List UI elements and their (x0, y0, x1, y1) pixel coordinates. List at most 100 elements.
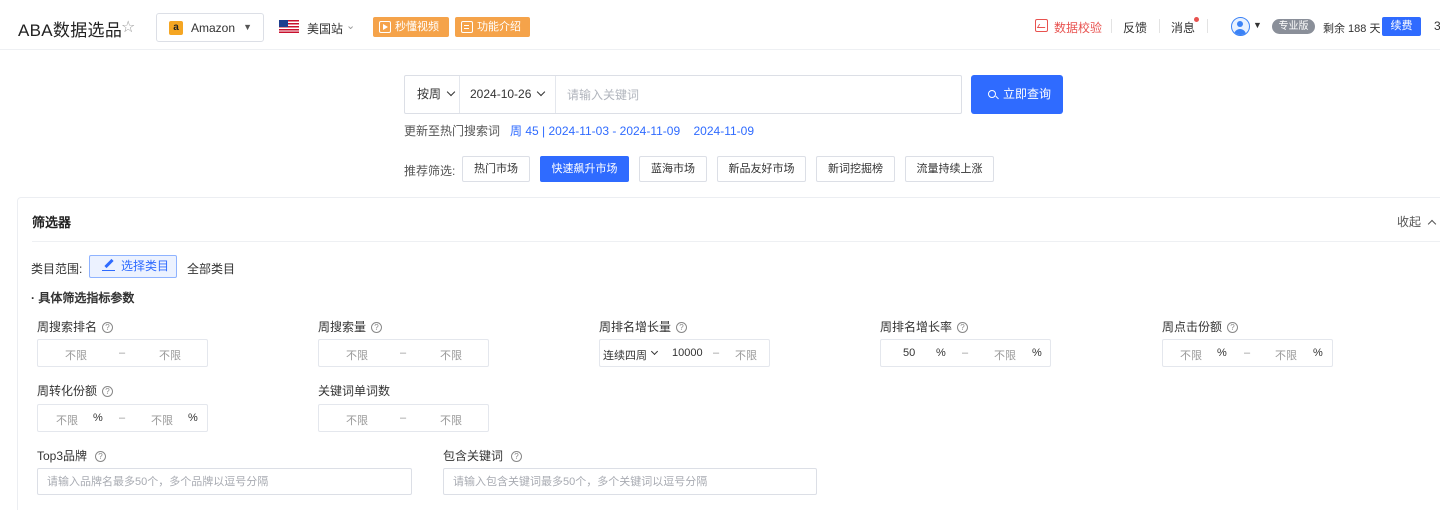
intro-button-label: 功能介绍 (477, 21, 521, 33)
weekly-rank-growth-rate-range: 50 % – 不限 % (880, 339, 1051, 367)
range-max-input[interactable]: 不限 (440, 347, 462, 363)
weekly-search-rank-label: 周搜索排名? (37, 318, 114, 335)
recommend-blue-ocean[interactable]: 蓝海市场 (639, 156, 707, 182)
date-value: 2024-10-26 (470, 87, 532, 101)
query-button-label: 立即查询 (1003, 87, 1052, 101)
help-icon[interactable]: ? (957, 322, 969, 333)
range-dash: – (962, 347, 969, 359)
date-select[interactable]: 2024-10-26 (460, 76, 556, 113)
us-flag-icon (279, 20, 299, 33)
all-category-option[interactable]: 全部类目 (187, 260, 235, 277)
growth-mode-select[interactable]: 连续四周 (603, 347, 647, 363)
edge-text: 3 (1434, 19, 1440, 33)
range-max-input[interactable]: 不限 (735, 347, 757, 363)
select-category-label: 选择类目 (121, 259, 170, 273)
range-max-input[interactable]: 不限 (994, 347, 1016, 363)
update-date-link[interactable]: 2024-11-09 (694, 124, 755, 138)
plan-badge: 专业版 (1272, 19, 1315, 34)
renew-button[interactable]: 续费 (1382, 17, 1421, 36)
chevron-down-icon (446, 87, 456, 97)
caret-down-icon[interactable]: ▼ (1253, 20, 1262, 30)
range-min-input[interactable]: 不限 (1180, 347, 1202, 363)
period-select[interactable]: 按周 (405, 76, 460, 113)
help-icon[interactable]: ? (511, 451, 523, 462)
keyword-word-count-range: 不限 – 不限 (318, 404, 489, 432)
remaining-days: 剩余 188 天 (1323, 23, 1381, 35)
range-max-input[interactable]: 不限 (440, 412, 462, 428)
intro-button[interactable]: 功能介绍 (455, 17, 530, 37)
recommend-label: 推荐筛选: (404, 164, 456, 178)
chevron-down-icon (537, 87, 546, 97)
help-icon[interactable]: ? (102, 322, 114, 333)
help-icon[interactable]: ? (1227, 322, 1239, 333)
divider (32, 241, 1440, 242)
weekly-search-rank-range: 不限 – 不限 (37, 339, 208, 367)
divider (1207, 19, 1208, 33)
range-min-input[interactable]: 不限 (65, 347, 87, 363)
top-bar: ABA数据选品 ☆ a Amazon ▼ 美国站 ⌄ 秒懂视频 功能介绍 数据校… (0, 0, 1440, 50)
range-max-input[interactable]: 不限 (159, 347, 181, 363)
range-min-input[interactable]: 10000 (672, 347, 703, 359)
search-bar: 按周 2024-10-26 (404, 75, 962, 114)
star-icon[interactable]: ☆ (121, 17, 135, 37)
period-value: 按周 (417, 87, 442, 101)
range-min-input[interactable]: 50 (903, 347, 915, 359)
video-button[interactable]: 秒懂视频 (373, 17, 449, 37)
help-icon[interactable]: ? (371, 322, 383, 333)
feedback-link[interactable]: 反馈 (1123, 19, 1147, 36)
select-category-button[interactable]: 选择类目 (89, 255, 177, 278)
category-label: 类目范围: (31, 262, 83, 276)
recommend-traffic-rising[interactable]: 流量持续上涨 (905, 156, 994, 182)
chart-icon (1035, 19, 1048, 32)
unit-percent: % (188, 412, 198, 424)
top3-brand-label: Top3品牌? (37, 447, 107, 464)
range-min-input[interactable]: 不限 (56, 412, 78, 428)
unit-percent: % (1313, 347, 1323, 359)
amazon-logo-icon: a (169, 21, 183, 35)
range-min-input[interactable]: 不限 (346, 412, 368, 428)
unit-percent: % (1217, 347, 1227, 359)
update-week-link[interactable]: 周 45 | 2024-11-03 - 2024-11-09 (510, 124, 680, 138)
chevron-down-icon[interactable]: ⌄ (346, 19, 355, 32)
range-dash: – (119, 412, 126, 424)
site-select[interactable]: 美国站 (307, 20, 343, 37)
notification-dot (1194, 17, 1199, 22)
collapse-toggle[interactable]: 收起 (1397, 213, 1437, 230)
messages-link[interactable]: 消息 (1171, 19, 1195, 36)
avatar-icon[interactable] (1231, 17, 1250, 36)
unit-percent: % (936, 347, 946, 359)
range-max-input[interactable]: 不限 (151, 412, 173, 428)
recommend-hot-market[interactable]: 热门市场 (462, 156, 530, 182)
range-max-input[interactable]: 不限 (1275, 347, 1297, 363)
section-title: · 具体筛选指标参数 (31, 291, 135, 305)
include-keywords-input[interactable] (443, 468, 817, 495)
weekly-conversion-share-range: 不限 % – 不限 % (37, 404, 208, 432)
keyword-input[interactable] (557, 76, 957, 113)
help-icon[interactable]: ? (95, 451, 107, 462)
update-info: 更新至热门搜索词 周 45 | 2024-11-03 - 2024-11-09 … (404, 122, 754, 139)
weekly-click-share-range: 不限 % – 不限 % (1162, 339, 1333, 367)
marketplace-label: Amazon (191, 21, 236, 35)
recommend-rising-market[interactable]: 快速飙升市场 (540, 156, 629, 182)
top3-brand-input[interactable] (37, 468, 412, 495)
query-button[interactable]: 立即查询 (971, 75, 1063, 114)
keyword-word-count-label: 关键词单词数 (318, 384, 391, 398)
data-verify-label: 数据校验 (1054, 21, 1103, 35)
recommend-new-word[interactable]: 新词挖掘榜 (816, 156, 895, 182)
weekly-search-volume-label: 周搜索量? (318, 318, 383, 335)
divider (1111, 19, 1112, 33)
weekly-rank-growth-rate-label: 周排名增长率? (880, 318, 969, 335)
help-icon[interactable]: ? (102, 386, 114, 397)
doc-icon (461, 21, 473, 33)
divider (1159, 19, 1160, 33)
chevron-up-icon (1427, 219, 1437, 229)
data-verify-link[interactable]: 数据校验 (1035, 19, 1102, 36)
help-icon[interactable]: ? (676, 322, 688, 333)
weekly-rank-growth-range: 连续四周 10000 – 不限 (599, 339, 770, 367)
recommend-new-product-friendly[interactable]: 新品友好市场 (717, 156, 806, 182)
marketplace-select[interactable]: a Amazon ▼ (156, 13, 264, 42)
weekly-click-share-label: 周点击份额? (1162, 318, 1239, 335)
range-min-input[interactable]: 不限 (346, 347, 368, 363)
filter-title: 筛选器 (32, 215, 72, 230)
edit-icon-underline (102, 270, 115, 271)
